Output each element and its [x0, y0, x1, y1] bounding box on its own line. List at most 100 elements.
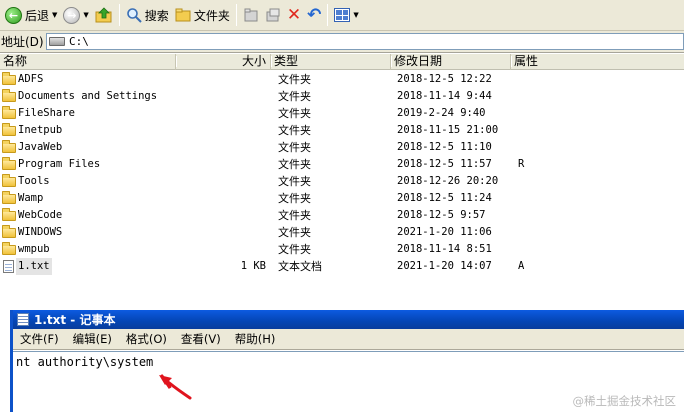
- back-button[interactable]: ← 后退 ▼: [2, 3, 60, 28]
- address-bar: 地址(D) C:\: [0, 31, 684, 53]
- file-modified: 2018-12-5 11:24: [397, 192, 492, 204]
- file-modified: 2018-11-14 8:51: [397, 243, 492, 255]
- file-modified: 2018-11-14 9:44: [397, 90, 492, 102]
- file-name: wmpub: [18, 243, 50, 255]
- notepad-title: 1.txt - 记事本: [34, 313, 116, 327]
- menu-format[interactable]: 格式(O): [119, 331, 174, 347]
- move-to-icon[interactable]: [243, 7, 259, 23]
- column-header-name-label: 名称: [3, 54, 28, 68]
- copy-to-icon[interactable]: [265, 7, 281, 23]
- file-type: 文本文档: [278, 260, 322, 273]
- file-row[interactable]: Wamp 文件夹 2018-12-5 11:24: [0, 190, 684, 207]
- views-icon: [334, 8, 351, 22]
- up-folder-button[interactable]: [92, 3, 116, 28]
- toolbar-separator: [327, 4, 329, 26]
- text-file-icon: [3, 260, 14, 273]
- file-name: Tools: [18, 175, 50, 187]
- folders-button[interactable]: 文件夹: [172, 3, 233, 28]
- file-type: 文件夹: [278, 158, 311, 171]
- file-name: WINDOWS: [18, 226, 63, 238]
- file-type: 文件夹: [278, 107, 311, 120]
- column-header-type-label: 类型: [274, 54, 299, 68]
- file-name: JavaWeb: [18, 141, 63, 153]
- folder-icon: [2, 106, 16, 119]
- file-type: 文件夹: [278, 175, 311, 188]
- file-name: Wamp: [18, 192, 44, 204]
- file-row[interactable]: Inetpub 文件夹 2018-11-15 21:00: [0, 122, 684, 139]
- file-type: 文件夹: [278, 226, 311, 239]
- file-row[interactable]: Program Files 文件夹 2018-12-5 11:57 R: [0, 156, 684, 173]
- undo-icon[interactable]: ↶: [307, 5, 321, 25]
- notepad-titlebar[interactable]: 1.txt - 记事本: [13, 310, 684, 329]
- notepad-content: nt authority\system: [16, 355, 154, 369]
- up-folder-icon: [95, 7, 112, 23]
- notepad-icon: [17, 313, 29, 326]
- search-button[interactable]: 搜索: [123, 3, 172, 28]
- column-header-name[interactable]: 名称: [0, 54, 177, 70]
- file-row[interactable]: ADFS 文件夹 2018-12-5 12:22: [0, 71, 684, 88]
- file-modified: 2021-1-20 11:06: [397, 226, 492, 238]
- search-label: 搜索: [144, 8, 169, 23]
- column-header-type[interactable]: 类型: [271, 54, 392, 70]
- address-label: 地址(D): [1, 35, 44, 49]
- forward-arrow-icon: →: [63, 6, 81, 24]
- drive-icon: [49, 37, 65, 46]
- folder-icon: [2, 208, 16, 221]
- column-header-size[interactable]: 大小: [176, 54, 272, 70]
- views-button[interactable]: ▼: [331, 3, 361, 28]
- file-modified: 2021-1-20 14:07: [397, 260, 492, 272]
- file-attr: R: [518, 158, 525, 170]
- menu-view[interactable]: 查看(V): [174, 331, 228, 347]
- folder-icon: [2, 174, 16, 187]
- file-list[interactable]: ADFS 文件夹 2018-12-5 12:22 Documents and S…: [0, 71, 684, 309]
- file-row[interactable]: FileShare 文件夹 2019-2-24 9:40: [0, 105, 684, 122]
- folder-icon: [2, 123, 16, 136]
- file-modified: 2018-12-5 11:57: [397, 158, 492, 170]
- folder-icon: [2, 191, 16, 204]
- column-header-size-label: 大小: [241, 54, 266, 68]
- file-name: FileShare: [18, 107, 75, 119]
- file-row-selected[interactable]: 1.txt 1 KB 文本文档 2021-1-20 14:07 A: [0, 258, 684, 275]
- column-header-attributes[interactable]: 属性: [511, 54, 684, 70]
- file-type: 文件夹: [278, 73, 311, 86]
- file-modified: 2018-12-5 12:22: [397, 73, 492, 85]
- file-row[interactable]: Documents and Settings 文件夹 2018-11-14 9:…: [0, 88, 684, 105]
- column-header-attributes-label: 属性: [514, 54, 539, 68]
- folder-icon: [2, 140, 16, 153]
- file-type: 文件夹: [278, 141, 311, 154]
- file-modified: 2018-12-5 11:10: [397, 141, 492, 153]
- column-header-modified[interactable]: 修改日期: [391, 54, 512, 70]
- file-row[interactable]: Tools 文件夹 2018-12-26 20:20: [0, 173, 684, 190]
- watermark: @稀土掘金技术社区: [572, 394, 677, 408]
- file-row[interactable]: WINDOWS 文件夹 2021-1-20 11:06: [0, 224, 684, 241]
- file-row[interactable]: WebCode 文件夹 2018-12-5 9:57: [0, 207, 684, 224]
- delete-icon[interactable]: ✕: [287, 6, 301, 24]
- folders-label: 文件夹: [193, 8, 230, 23]
- explorer-toolbar: ← 后退 ▼ → ▼ 搜索 文件夹 ✕ ↶ ▼: [0, 0, 684, 31]
- file-modified: 2018-11-15 21:00: [397, 124, 499, 136]
- file-type: 文件夹: [278, 124, 311, 137]
- file-name: Program Files: [18, 158, 101, 170]
- back-dropdown-icon[interactable]: ▼: [52, 11, 57, 19]
- address-input[interactable]: C:\: [46, 33, 684, 50]
- toolbar-separator: [235, 4, 237, 26]
- folder-icon: [2, 72, 16, 85]
- views-dropdown-icon[interactable]: ▼: [353, 11, 358, 19]
- folder-icon: [2, 242, 16, 255]
- forward-button[interactable]: → ▼: [60, 3, 91, 28]
- forward-dropdown-icon[interactable]: ▼: [83, 11, 88, 19]
- toolbar-separator: [118, 4, 120, 26]
- file-attr: A: [518, 260, 525, 272]
- file-row[interactable]: JavaWeb 文件夹 2018-12-5 11:10: [0, 139, 684, 156]
- address-value: C:\: [69, 35, 89, 48]
- file-type: 文件夹: [278, 90, 311, 103]
- file-modified: 2019-2-24 9:40: [397, 107, 486, 119]
- file-type: 文件夹: [278, 209, 311, 222]
- file-row[interactable]: wmpub 文件夹 2018-11-14 8:51: [0, 241, 684, 258]
- menu-file[interactable]: 文件(F): [13, 331, 66, 347]
- menu-help[interactable]: 帮助(H): [228, 331, 283, 347]
- folder-icon: [2, 89, 16, 102]
- menu-edit[interactable]: 编辑(E): [66, 331, 119, 347]
- back-arrow-icon: ←: [5, 6, 22, 24]
- file-modified: 2018-12-5 9:57: [397, 209, 486, 221]
